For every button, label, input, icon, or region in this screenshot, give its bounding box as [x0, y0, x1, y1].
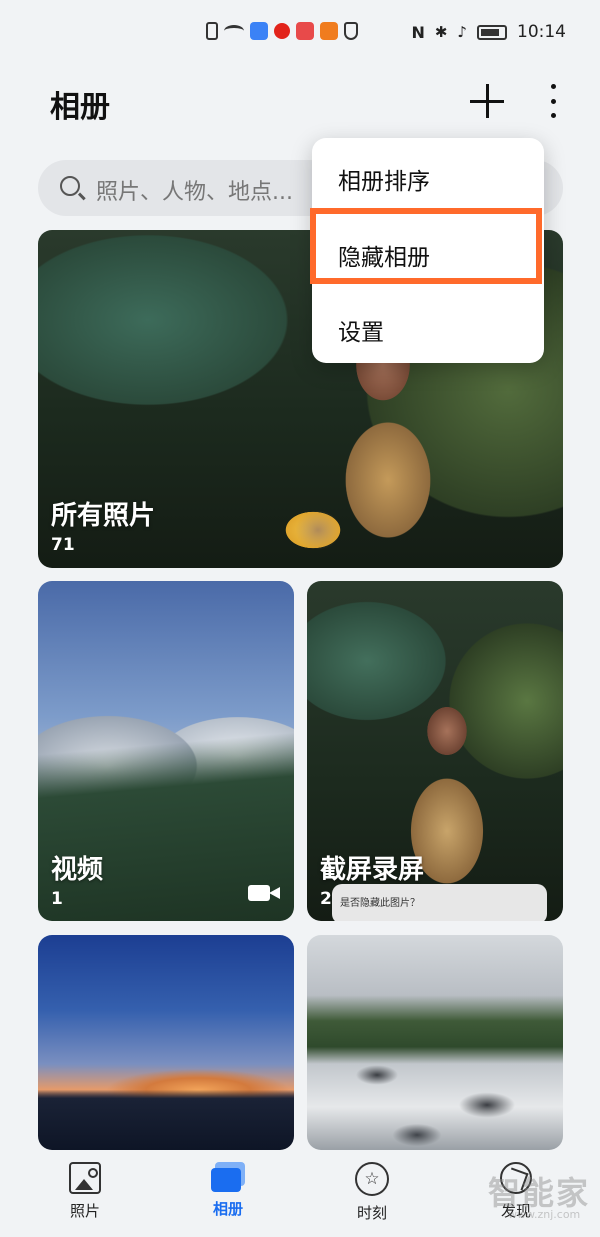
tab-label: 时刻 [356, 1204, 387, 1222]
shield-icon [344, 22, 358, 40]
more-dot-icon [550, 113, 556, 118]
album-count: 1 [51, 889, 63, 909]
search-icon [60, 176, 80, 196]
tab-albums[interactable]: 相册 [188, 1162, 268, 1219]
menu-item-sort-albums[interactable]: 相册排序 [338, 162, 430, 196]
album-thumbnail-river[interactable] [307, 935, 563, 1150]
video-camera-icon [248, 883, 280, 903]
nfc-icon: N [411, 22, 425, 42]
status-right: N ✱ ♪ 10:14 [411, 22, 566, 42]
add-album-button[interactable] [470, 84, 504, 118]
watermark-url: www.znj.com [508, 1208, 581, 1221]
watermark: 智能家 www.znj.com [488, 1168, 591, 1221]
album-name: 所有照片 [51, 501, 156, 531]
photo-icon [69, 1162, 101, 1194]
star-icon: ☆ [355, 1162, 389, 1196]
status-time: 10:14 [517, 22, 566, 42]
tab-label: 照片 [69, 1202, 100, 1220]
mute-bell-icon: ♪ [457, 23, 467, 41]
alert-icon [206, 22, 218, 40]
tab-moments[interactable]: ☆ 时刻 [332, 1162, 412, 1223]
gallery-screen: N ✱ ♪ 10:14 相册 照片、人物、地点... 所有照片 71 视频 1 … [0, 0, 600, 1237]
album-thumbnail-venice[interactable] [38, 935, 294, 1150]
status-bar: N ✱ ♪ 10:14 [0, 0, 600, 70]
album-count: 71 [51, 535, 75, 555]
page-title: 相册 [50, 90, 110, 125]
huawei-icon [274, 23, 290, 39]
more-options-button[interactable] [546, 84, 560, 118]
highlight-box [310, 208, 542, 284]
album-name: 截屏录屏 [320, 855, 425, 885]
menu-item-settings[interactable]: 设置 [338, 313, 384, 347]
tab-photos[interactable]: 照片 [45, 1162, 125, 1221]
album-videos[interactable]: 视频 1 [38, 581, 294, 921]
album-name: 视频 [51, 855, 104, 885]
album-screenshots[interactable]: 截屏录屏 2 是否隐藏此图片？ [307, 581, 563, 921]
wifi-icon [224, 25, 244, 37]
cloud-icon [250, 22, 268, 40]
hide-photo-hint[interactable]: 是否隐藏此图片？ [332, 884, 547, 921]
status-left-icons [206, 22, 358, 40]
hint-text: 是否隐藏此图片？ [340, 898, 420, 909]
albums-icon [211, 1162, 245, 1192]
video-app-icon [320, 22, 338, 40]
more-dot-icon [550, 98, 556, 104]
watermark-text: 智能家 [488, 1174, 591, 1212]
battery-icon [477, 24, 507, 40]
search-placeholder: 照片、人物、地点... [96, 180, 293, 205]
bluetooth-icon: ✱ [434, 23, 448, 41]
tab-label: 相册 [212, 1200, 243, 1218]
app-red-icon [296, 22, 314, 40]
more-dot-icon [550, 84, 556, 89]
album-count: 2 [320, 889, 332, 909]
